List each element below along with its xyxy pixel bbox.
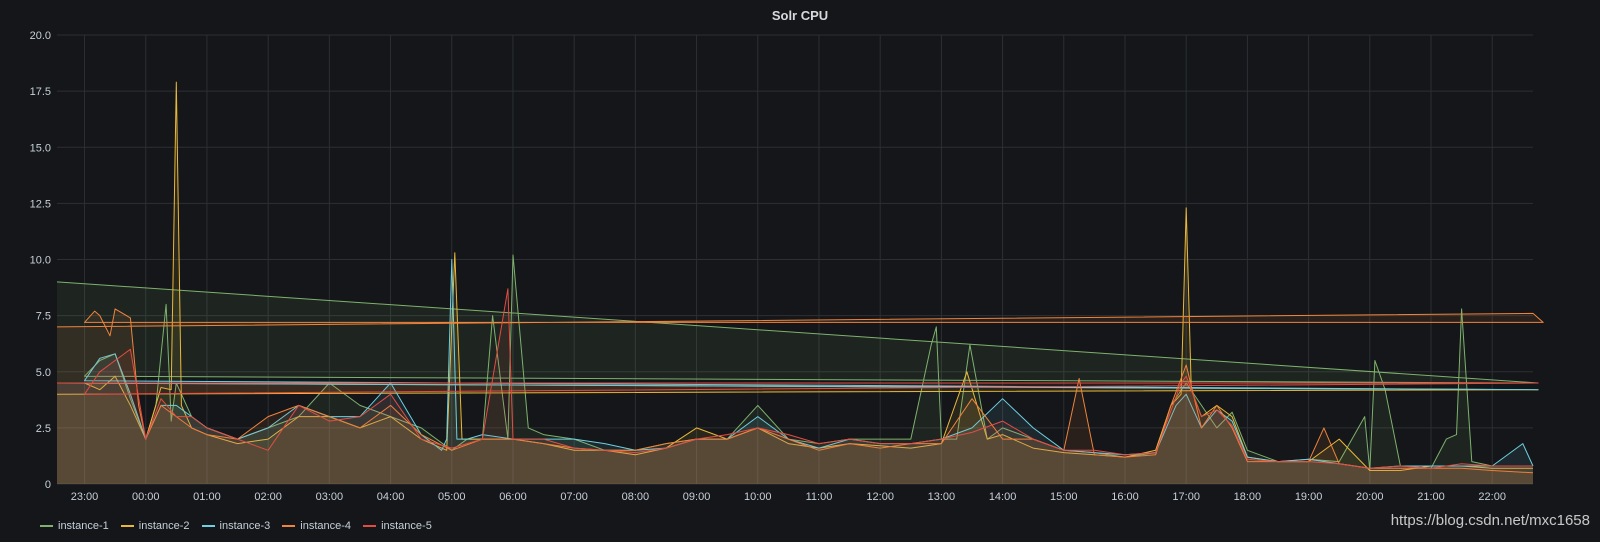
legend-swatch xyxy=(201,525,215,527)
chart-legend: instance-1 instance-2 instance-3 instance-4… xyxy=(40,520,432,532)
watermark: https://blog.csdn.net/mxc1658 xyxy=(1390,512,1590,529)
chart-svg[interactable]: 0 2.5 5.0 7.5 10.0 12.5 15.0 17.5 20.0 23:00 00:00… xyxy=(0,0,1600,510)
y-tick-label: 0 xyxy=(45,479,51,491)
y-tick-label: 17.5 xyxy=(30,86,51,98)
x-tick-label: 15:00 xyxy=(1050,491,1078,503)
x-tick-label: 19:00 xyxy=(1295,491,1323,503)
x-tick-label: 12:00 xyxy=(866,491,894,503)
legend-label: instance-4 xyxy=(300,520,352,532)
x-tick-label: 23:00 xyxy=(71,491,99,503)
x-tick-label: 05:00 xyxy=(438,491,466,503)
x-tick-label: 18:00 xyxy=(1234,491,1262,503)
y-tick-label: 7.5 xyxy=(36,311,51,323)
legend-item-instance-4[interactable]: instance-4 xyxy=(282,520,351,532)
y-tick-label: 20.0 xyxy=(30,30,51,42)
x-tick-label: 00:00 xyxy=(132,491,160,503)
x-tick-label: 08:00 xyxy=(622,491,650,503)
x-tick-label: 02:00 xyxy=(254,491,282,503)
legend-label: instance-1 xyxy=(58,520,109,532)
y-tick-label: 2.5 xyxy=(36,423,51,435)
x-tick-label: 10:00 xyxy=(744,491,772,503)
x-tick-label: 11:00 xyxy=(806,491,833,503)
x-tick-label: 13:00 xyxy=(928,491,956,503)
x-tick-label: 06:00 xyxy=(499,491,527,503)
legend-swatch xyxy=(282,525,296,527)
x-tick-label: 16:00 xyxy=(1111,491,1139,503)
x-tick-label: 17:00 xyxy=(1172,491,1200,503)
legend-item-instance-5[interactable]: instance-5 xyxy=(363,520,432,532)
x-tick-label: 22:00 xyxy=(1478,491,1506,503)
x-tick-label: 04:00 xyxy=(377,491,405,503)
legend-item-instance-1[interactable]: instance-1 xyxy=(40,520,109,532)
legend-swatch xyxy=(40,525,53,527)
x-tick-label: 03:00 xyxy=(316,491,344,503)
legend-item-instance-3[interactable]: instance-3 xyxy=(201,520,271,532)
legend-swatch xyxy=(363,525,377,527)
y-tick-label: 12.5 xyxy=(30,198,51,210)
legend-item-instance-2[interactable]: instance-2 xyxy=(120,520,190,532)
x-tick-label: 09:00 xyxy=(683,491,711,503)
x-tick-label: 20:00 xyxy=(1356,491,1384,503)
legend-label: instance-5 xyxy=(381,520,432,532)
chart-panel: Solr CPU 0 2.5 5.0 7.5 10.0 12.5 15.0 17.5 20.0 2… xyxy=(0,0,1600,542)
legend-swatch xyxy=(120,525,134,527)
x-tick-label: 01:00 xyxy=(193,491,221,503)
x-tick-label: 14:00 xyxy=(989,491,1017,503)
legend-label: instance-2 xyxy=(138,520,190,532)
x-tick-label: 21:00 xyxy=(1417,491,1445,503)
y-tick-label: 15.0 xyxy=(30,142,51,154)
y-tick-label: 5.0 xyxy=(36,367,51,379)
y-tick-label: 10.0 xyxy=(30,255,51,267)
x-tick-label: 07:00 xyxy=(560,491,588,503)
legend-label: instance-3 xyxy=(219,520,271,532)
